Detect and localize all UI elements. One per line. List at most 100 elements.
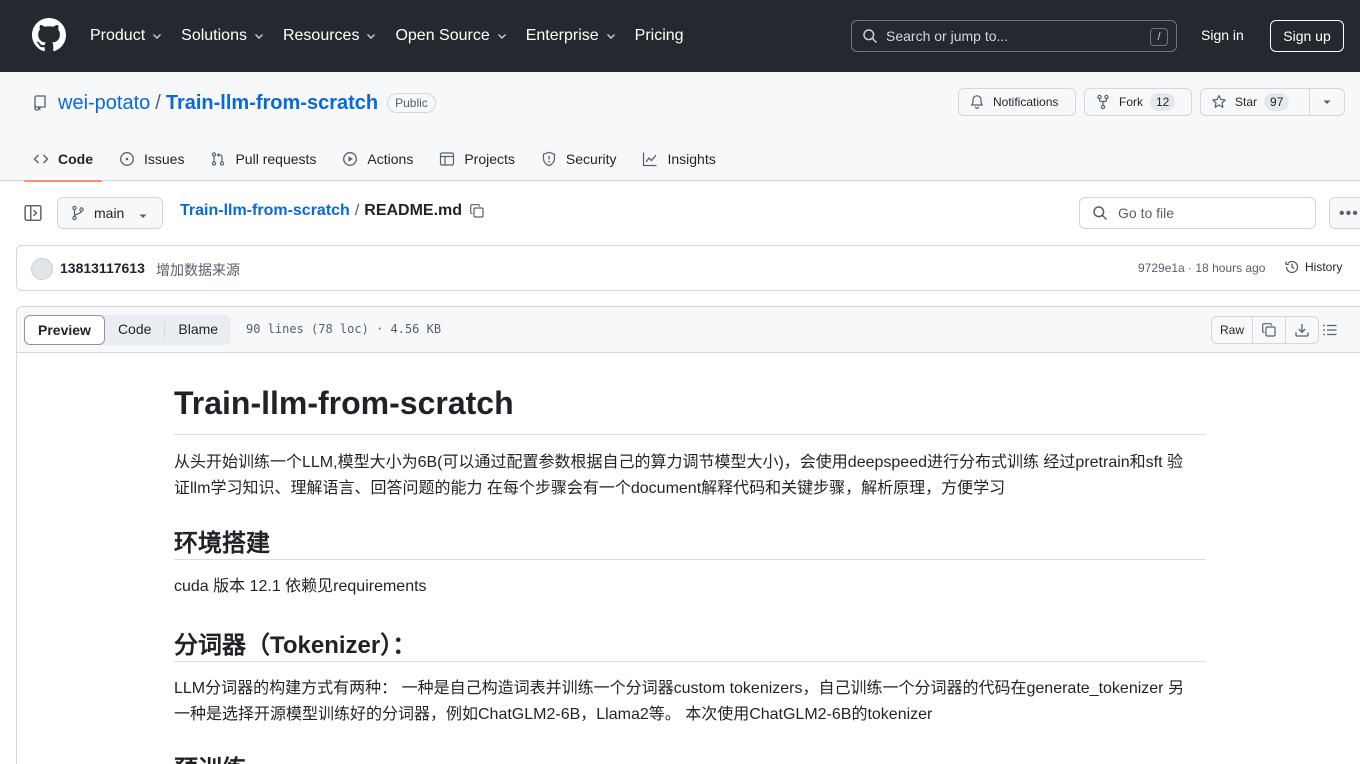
tab-actions-label: Actions <box>367 150 414 167</box>
nav-product[interactable]: Product <box>90 27 163 45</box>
sign-up-button[interactable]: Sign up <box>1270 20 1344 52</box>
env-text: cuda 版本 12.1 依赖见requirements <box>174 578 427 595</box>
readme-intro: 从头开始训练一个LLM,模型大小为6B(可以通过配置参数根据自己的算力调节模型大… <box>174 450 1206 502</box>
tab-insights-label: Insights <box>667 150 716 167</box>
global-search-input[interactable]: Search or jump to... / <box>851 20 1177 52</box>
section-heading-env: 环境搭建 <box>174 530 270 557</box>
blame-button[interactable]: Blame <box>165 315 231 345</box>
tokenizer-text-line-1: LLM分词器的构建方式有两种： 一种是自己构造词表并训练一个分词器custom … <box>174 680 1184 697</box>
readme-intro-line-1: 从头开始训练一个LLM,模型大小为6B(可以通过配置参数根据自己的算力调节模型大… <box>174 454 1184 471</box>
star-count: 97 <box>1264 93 1290 111</box>
copy-icon[interactable] <box>469 203 485 219</box>
star-list-dropdown-button[interactable] <box>1309 88 1345 116</box>
repo-name-link[interactable]: Train-llm-from-scratch <box>166 92 378 115</box>
repo-owner-link[interactable]: wei-potato <box>58 92 150 115</box>
breadcrumb-file-name: README.md <box>364 202 463 219</box>
search-placeholder: Search or jump to... <box>886 28 1009 44</box>
chevron-down-icon <box>254 34 263 39</box>
download-icon <box>1295 324 1309 337</box>
search-icon <box>863 29 878 44</box>
fork-button[interactable]: Fork 12 <box>1084 88 1192 116</box>
kebab-horizontal-icon: ••• <box>1339 205 1359 222</box>
file-stats: 90 lines (78 loc) · 4.56 KB <box>246 322 442 336</box>
bell-icon <box>970 95 984 109</box>
nav-enterprise[interactable]: Enterprise <box>526 27 617 45</box>
go-to-file-placeholder: Go to file <box>1118 205 1175 221</box>
git-branch-icon <box>72 205 84 221</box>
repo-header: wei-potato / Train-llm-from-scratch Publ… <box>0 72 1360 182</box>
commit-message-link[interactable]: 增加数据来源 <box>156 260 240 280</box>
history-label: History <box>1305 260 1343 274</box>
readme-intro-line-2: 证llm学习知识、理解语言、回答问题的能力 在每个步骤会有一个document解… <box>174 480 1006 497</box>
nav-pricing[interactable]: Pricing <box>635 27 684 45</box>
fork-count: 12 <box>1150 93 1176 111</box>
section-heading-tokenizer: 分词器（Tokenizer）： <box>174 632 417 659</box>
heading-divider <box>174 559 1206 560</box>
nav-open-source-label: Open Source <box>395 27 490 44</box>
github-logo-icon[interactable] <box>32 18 66 52</box>
tab-issues-label: Issues <box>144 150 185 167</box>
nav-solutions-label: Solutions <box>181 27 247 44</box>
notifications-label: Notifications <box>993 95 1059 109</box>
graph-icon <box>643 152 657 166</box>
repo-title-separator: / <box>155 91 161 114</box>
nav-open-source[interactable]: Open Source <box>395 27 507 45</box>
sidebar-expand-icon[interactable] <box>24 204 42 222</box>
chevron-down-icon <box>606 34 615 39</box>
repo-tabs: Code Issues Pull requests Actions Projec… <box>24 136 733 182</box>
search-icon <box>1093 206 1108 221</box>
file-view: Preview Code Blame 90 lines (78 loc) · 4… <box>16 306 1360 764</box>
search-shortcut-key: / <box>1150 28 1168 46</box>
tab-projects[interactable]: Projects <box>430 136 524 181</box>
outline-list-icon[interactable] <box>1322 322 1338 338</box>
issue-opened-icon <box>120 151 134 166</box>
tab-insights[interactable]: Insights <box>633 136 724 181</box>
chevron-down-icon <box>497 34 506 39</box>
raw-button[interactable]: Raw <box>1212 317 1254 343</box>
history-button[interactable]: History <box>1284 259 1342 275</box>
copy-raw-button[interactable] <box>1253 317 1287 343</box>
history-icon <box>1285 260 1299 274</box>
star-button[interactable]: Star 97 <box>1200 88 1310 116</box>
shield-icon <box>542 151 556 166</box>
global-nav: Product Solutions Resources Open Source … <box>90 0 702 72</box>
tab-security-label: Security <box>565 150 617 167</box>
tab-actions[interactable]: Actions <box>333 136 422 181</box>
code-view-button[interactable]: Code <box>105 315 164 345</box>
heading-divider <box>174 434 1206 435</box>
chevron-down-icon <box>153 34 162 39</box>
breadcrumb: Train-llm-from-scratch / README.md <box>180 202 485 220</box>
more-options-button[interactable]: ••• <box>1329 197 1360 229</box>
fork-icon <box>1097 94 1109 110</box>
breadcrumb-repo-link[interactable]: Train-llm-from-scratch <box>180 202 350 220</box>
breadcrumb-separator: / <box>354 202 360 219</box>
branch-selector[interactable]: main <box>57 197 163 229</box>
tab-pull-requests-label: Pull requests <box>235 150 317 167</box>
tab-pull-requests[interactable]: Pull requests <box>201 136 325 181</box>
readme-title: Train-llm-from-scratch <box>174 385 514 421</box>
nav-resources[interactable]: Resources <box>283 27 377 45</box>
sign-in-link[interactable]: Sign in <box>1201 27 1244 43</box>
tab-security[interactable]: Security <box>532 136 626 181</box>
visibility-badge: Public <box>387 93 436 113</box>
tokenizer-text-line-2: 一种是选择开源模型训练好的分词器，例如ChatGLM2-6B，Llama2等。 … <box>174 706 933 723</box>
avatar[interactable] <box>31 258 53 280</box>
section-heading-pretrain: 预训练 <box>174 749 246 764</box>
notifications-button[interactable]: Notifications <box>958 88 1076 116</box>
commit-author-link[interactable]: 13813117613 <box>60 260 145 276</box>
tab-issues[interactable]: Issues <box>110 136 193 181</box>
download-button[interactable] <box>1286 317 1318 343</box>
go-to-file-input[interactable]: Go to file <box>1079 197 1316 229</box>
nav-solutions[interactable]: Solutions <box>181 27 265 45</box>
heading-divider <box>174 661 1206 662</box>
tab-code[interactable]: Code <box>24 136 102 182</box>
repo-title: wei-potato / Train-llm-from-scratch Publ… <box>32 91 436 115</box>
tab-projects-label: Projects <box>464 150 515 167</box>
preview-button[interactable]: Preview <box>24 315 105 345</box>
caret-down-icon <box>1323 100 1331 104</box>
file-actions: Raw <box>1211 316 1320 344</box>
nav-enterprise-label: Enterprise <box>525 27 599 44</box>
commit-meta[interactable]: 9729e1a · 18 hours ago <box>1138 261 1265 275</box>
caret-down-icon <box>139 214 147 218</box>
nav-resources-label: Resources <box>282 27 360 44</box>
